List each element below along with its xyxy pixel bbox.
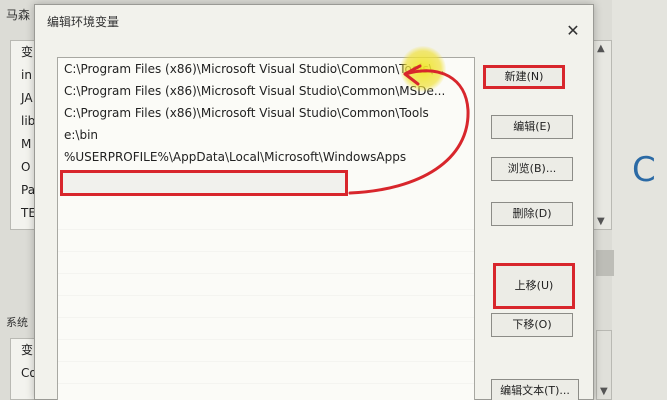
chevron-down-icon[interactable]: ▼ [600,386,608,397]
background-scrollbar-bottom[interactable]: ▼ [596,330,612,400]
close-icon[interactable]: ✕ [563,21,583,41]
new-button[interactable]: 新建(N) [483,65,565,89]
move-up-button[interactable]: 上移(U) [493,263,575,309]
browse-button[interactable]: 浏览(B)... [491,157,573,181]
path-item[interactable]: C:\Program Files (x86)\Microsoft Visual … [58,102,474,124]
new-path-edit-field[interactable] [60,170,348,196]
path-item[interactable]: %USERPROFILE%\AppData\Local\Microsoft\Wi… [58,146,474,168]
delete-button[interactable]: 删除(D) [491,202,573,226]
dialog-title: 编辑环境变量 [47,15,120,29]
path-item[interactable]: e:\bin [58,124,474,146]
background-window-title: 马森 [6,8,31,22]
background-scrollbar[interactable]: ▲ ▼ [592,40,612,230]
background-control [596,250,614,276]
edit-text-button[interactable]: 编辑文本(T)... [491,379,579,400]
chevron-up-icon[interactable]: ▲ [597,43,605,54]
edit-environment-variable-dialog: 编辑环境变量 ✕ C:\Program Files (x86)\Microsof… [34,4,594,400]
background-window-edge [612,0,667,400]
edit-button[interactable]: 编辑(E) [491,115,573,139]
cursor-highlight [400,46,446,92]
move-down-button[interactable]: 下移(O) [491,313,573,337]
background-partial-text: C [632,150,656,190]
list-background [58,208,474,400]
system-variables-label: 系统 [6,316,28,329]
chevron-down-icon[interactable]: ▼ [597,216,605,227]
path-list[interactable]: C:\Program Files (x86)\Microsoft Visual … [57,57,475,400]
